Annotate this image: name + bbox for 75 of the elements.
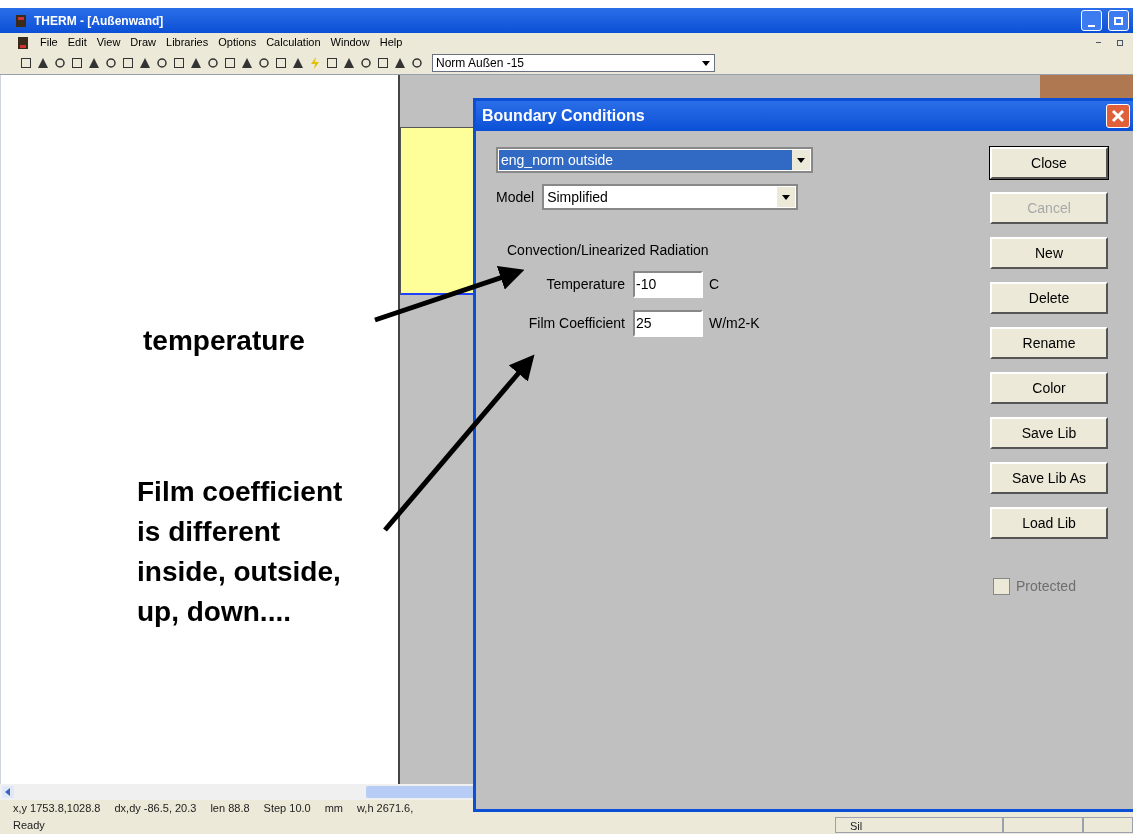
menu-item[interactable]: File — [40, 34, 58, 51]
toolbar-tool-icon[interactable] — [224, 57, 236, 69]
app-icon — [16, 35, 30, 50]
menu-item[interactable]: Libraries — [166, 34, 209, 51]
app-icon — [14, 13, 28, 28]
scroll-left-icon[interactable] — [2, 786, 14, 798]
checkbox-label: Protected — [1016, 577, 1076, 596]
toolbar-tool-icon[interactable] — [326, 57, 338, 69]
dialog-button[interactable]: New — [990, 237, 1108, 269]
toolbar-tool-icon[interactable] — [173, 57, 185, 69]
toolbar-tool-icon[interactable] — [122, 57, 134, 69]
annotation-text: temperature — [143, 324, 305, 358]
status-field: mm — [324, 799, 343, 817]
menu-item[interactable]: Options — [218, 34, 257, 51]
input-field[interactable]: -10 — [633, 271, 703, 298]
toolbar-tool-icon[interactable] — [275, 57, 287, 69]
status-field: x,y 1753.8,1028.8 — [13, 799, 101, 817]
status-field: w,h 2671.6, — [357, 799, 414, 817]
toolbar-tool-icon[interactable] — [258, 57, 270, 69]
toolbar-tool-icon[interactable] — [54, 57, 66, 69]
toolbar-tool-icon[interactable] — [377, 57, 389, 69]
toolbar-tool-icon[interactable] — [190, 57, 202, 69]
menu-item[interactable]: View — [96, 34, 121, 51]
toolbar-tool-icon[interactable] — [105, 57, 117, 69]
dialog-button[interactable]: Rename — [990, 327, 1108, 359]
status-field: Step 10.0 — [263, 799, 311, 817]
unit-label: C — [709, 275, 720, 294]
dialog-button[interactable]: Delete — [990, 282, 1108, 314]
toolbar-tool-icon[interactable] — [394, 57, 406, 69]
menu-item[interactable]: Window — [330, 34, 370, 51]
toolbar-tool-icon[interactable] — [37, 57, 49, 69]
dialog-button[interactable]: Load Lib — [990, 507, 1108, 539]
toolbar-tool-icon[interactable] — [343, 57, 355, 69]
dialog-title: Boundary Conditions — [482, 106, 645, 126]
status-field: len 88.8 — [210, 799, 250, 817]
caret-icon — [797, 157, 805, 163]
window-title: THERM - [Außenwand] — [34, 12, 164, 30]
toolbar-tool-icon[interactable] — [139, 57, 151, 69]
field-label: Film Coefficient — [527, 314, 626, 333]
menu-item[interactable]: Edit — [67, 34, 87, 51]
model-dropdown[interactable]: Simplified — [542, 184, 799, 210]
toolbar-tool-icon[interactable] — [156, 57, 168, 69]
field-label: Temperature — [545, 275, 626, 294]
caret-icon — [782, 194, 791, 200]
annotation-text: Film coefficient is different inside, outside, up, down.... — [137, 475, 343, 629]
input-field[interactable]: 25 — [633, 310, 703, 337]
toolbar-tool-icon[interactable] — [292, 57, 304, 69]
condition-dropdown[interactable]: eng_norm outside — [496, 147, 813, 173]
toolbar-tool-icon[interactable] — [360, 57, 372, 69]
minimize-button[interactable] — [1081, 10, 1102, 31]
status-panel: Sil — [835, 817, 1003, 833]
status-message: Ready — [12, 817, 46, 833]
status-field: dx,dy -86.5, 20.3 — [114, 799, 197, 817]
menu-item[interactable]: Help — [379, 34, 403, 51]
dialog-button[interactable]: Save Lib — [990, 417, 1108, 449]
caret-icon — [702, 60, 710, 66]
dialog-button[interactable]: Close — [990, 147, 1108, 179]
norm-dropdown[interactable]: Norm Außen -15 — [432, 54, 715, 72]
section-label: Convection/Linearized Radiation — [507, 241, 710, 260]
menu-item[interactable]: Calculation — [266, 34, 321, 51]
close-button[interactable] — [1106, 104, 1130, 128]
model-label: Model — [496, 187, 535, 207]
dialog-button[interactable]: Save Lib As — [990, 462, 1108, 494]
toolbar-tool-icon[interactable] — [411, 57, 423, 69]
restore-icon[interactable] — [1117, 39, 1123, 46]
toolbar-tool-icon[interactable] — [88, 57, 100, 69]
unit-label: W/m2-K — [709, 314, 760, 333]
menu-item[interactable]: Draw — [130, 34, 157, 51]
dialog-button[interactable]: Color — [990, 372, 1108, 404]
restore-button[interactable] — [1108, 10, 1129, 31]
toolbar-tool-icon[interactable] — [241, 57, 253, 69]
close-icon — [1111, 109, 1125, 123]
toolbar-tool-icon[interactable] — [71, 57, 83, 69]
toolbar-tool-icon[interactable] — [20, 57, 32, 69]
toolbar-tool-icon[interactable] — [207, 57, 219, 69]
